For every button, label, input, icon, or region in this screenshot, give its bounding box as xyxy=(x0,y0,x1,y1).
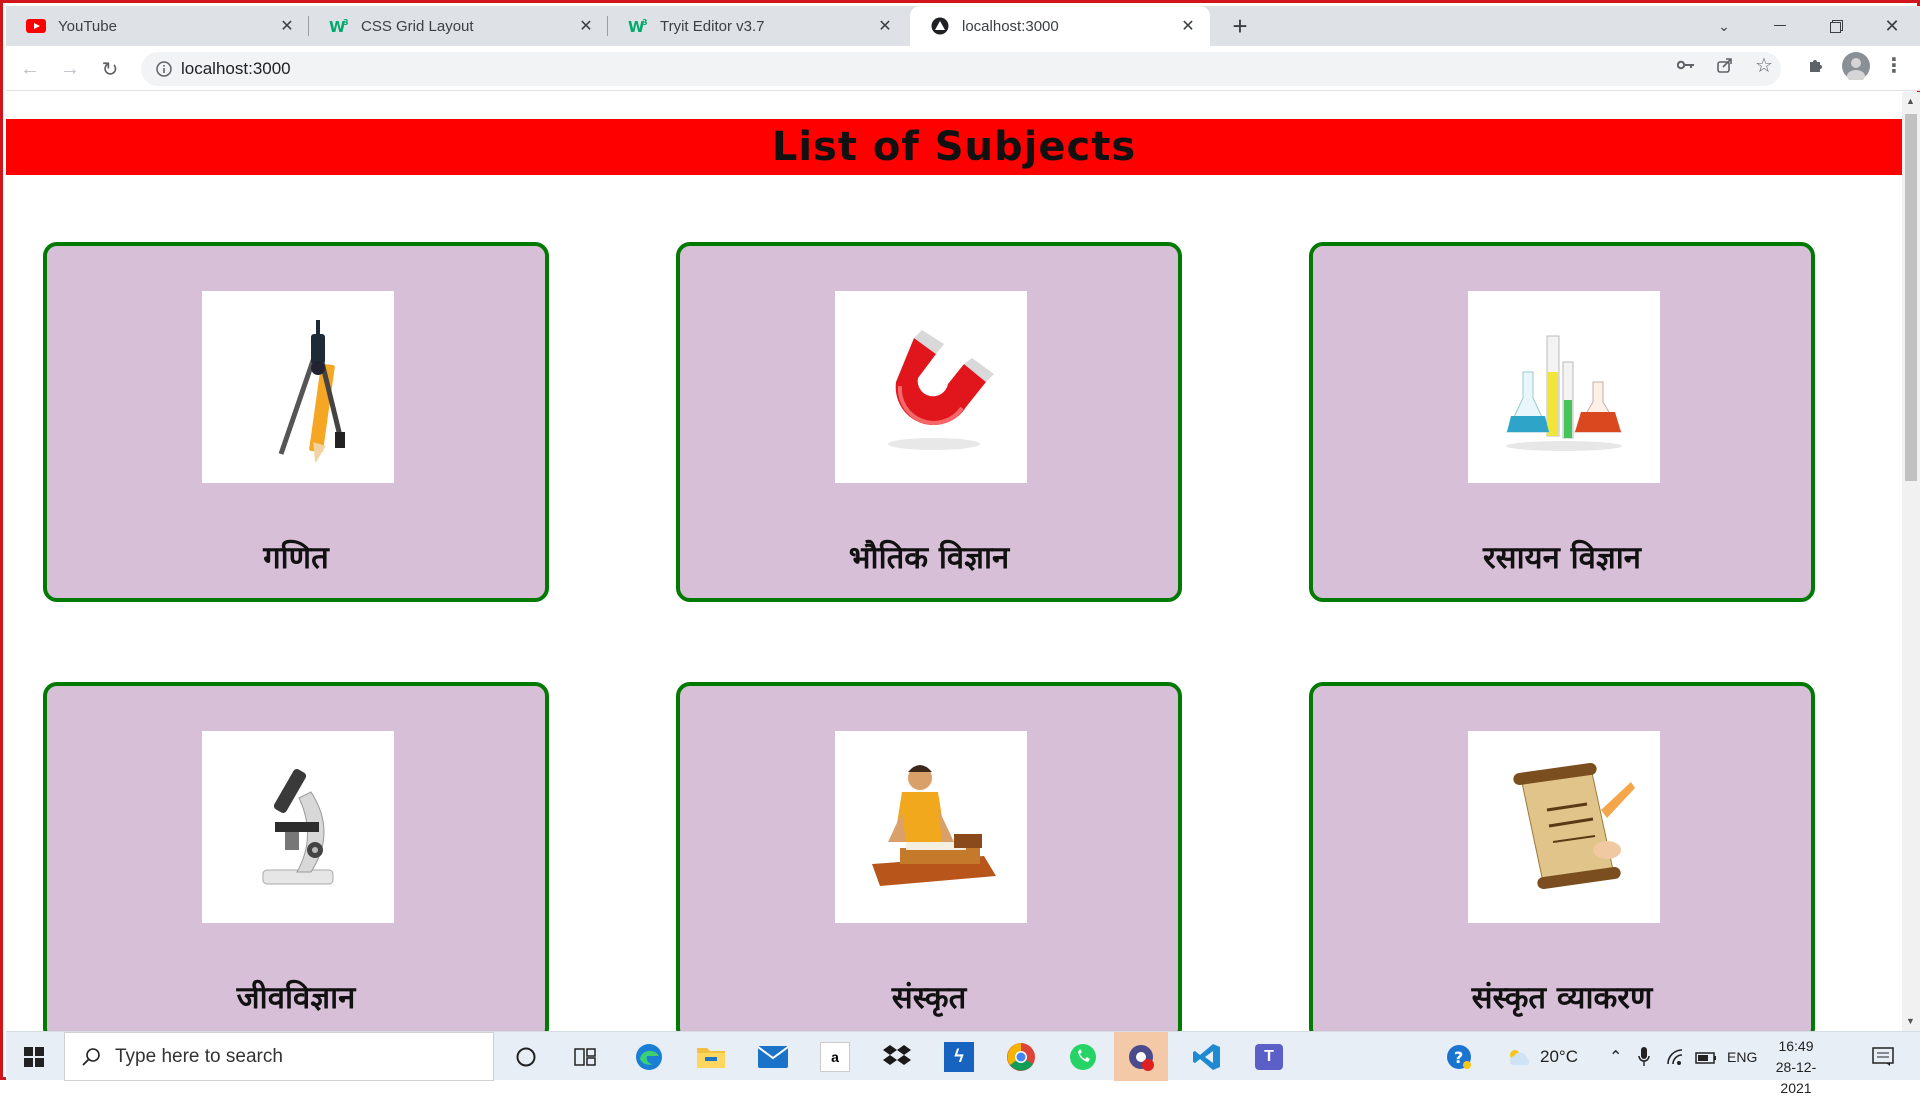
task-view-icon[interactable] xyxy=(562,1032,608,1081)
file-explorer-icon[interactable] xyxy=(686,1032,736,1081)
close-tab-icon[interactable]: ✕ xyxy=(576,16,596,36)
battery-icon[interactable] xyxy=(1695,1032,1717,1081)
teams-icon[interactable]: T xyxy=(1244,1032,1294,1081)
notification-center-icon[interactable] xyxy=(1872,1032,1894,1081)
w3schools-icon: W3 xyxy=(329,16,349,36)
tab-search-chevron-icon[interactable]: ⌄ xyxy=(1696,6,1752,46)
help-icon[interactable]: ? xyxy=(1446,1032,1472,1081)
url-text: localhost:3000 xyxy=(181,59,291,78)
page-title: List of Subjects xyxy=(771,124,1137,170)
svg-text:3: 3 xyxy=(642,18,648,27)
youtube-icon xyxy=(26,16,46,36)
key-icon[interactable] xyxy=(1676,55,1696,75)
new-tab-button[interactable]: + xyxy=(1224,10,1256,42)
tab-css-grid-layout[interactable]: W3 CSS Grid Layout ✕ xyxy=(309,6,608,46)
sanskrit-scholar-icon xyxy=(835,731,1027,923)
clock-date: 28-12-2021 xyxy=(1775,1059,1817,1096)
tab-title: localhost:3000 xyxy=(962,17,1059,35)
extensions-puzzle-icon[interactable] xyxy=(1806,55,1826,75)
scroll-down-arrow-icon[interactable]: ▼ xyxy=(1906,1016,1915,1026)
address-bar[interactable]: localhost:3000 xyxy=(141,52,1781,86)
vscode-icon[interactable] xyxy=(1182,1032,1232,1081)
tab-title: YouTube xyxy=(58,17,117,35)
compass-pencil-icon xyxy=(202,291,394,483)
search-placeholder: Type here to search xyxy=(115,1045,283,1067)
microphone-icon[interactable] xyxy=(1638,1032,1650,1081)
subject-card-sanskrit[interactable]: संस्कृत xyxy=(676,682,1182,1031)
page-viewport: List of Subjects गणित भौतिक विज्ञान रसाय… xyxy=(6,92,1902,1031)
subject-name: संस्कृत व्याकरण xyxy=(1471,980,1653,1016)
language-indicator[interactable]: ENG xyxy=(1727,1032,1757,1081)
profile-avatar[interactable] xyxy=(1842,52,1870,80)
windows-taskbar: Type here to search a ϟ T ? 20°C ⌃ ENG 1… xyxy=(6,1031,1920,1096)
tab-youtube[interactable]: YouTube ✕ xyxy=(6,6,309,46)
react-icon xyxy=(930,16,950,36)
taskbar-search-box[interactable]: Type here to search xyxy=(64,1032,494,1081)
subject-card-sanskrit-vyakaran[interactable]: संस्कृत व्याकरण xyxy=(1309,682,1815,1031)
weather-cloud-icon xyxy=(1506,1048,1532,1066)
svg-text:3: 3 xyxy=(343,18,349,27)
tab-title: CSS Grid Layout xyxy=(361,17,474,35)
subject-name: भौतिक विज्ञान xyxy=(848,540,1010,576)
tab-strip: YouTube ✕ W3 CSS Grid Layout ✕ W3 Tryit … xyxy=(6,6,1920,46)
close-window-button[interactable]: ✕ xyxy=(1864,6,1920,46)
chrome-app-notification-icon[interactable] xyxy=(1114,1032,1168,1081)
search-icon xyxy=(81,1047,101,1067)
minimize-button[interactable] xyxy=(1752,6,1808,46)
sanskrit-scroll-icon xyxy=(1468,731,1660,923)
subject-name: जीवविज्ञान xyxy=(236,980,356,1016)
close-tab-icon[interactable]: ✕ xyxy=(875,16,895,36)
show-hidden-icons-chevron[interactable]: ⌃ xyxy=(1609,1032,1622,1081)
cortana-icon[interactable] xyxy=(503,1032,549,1081)
subject-name: गणित xyxy=(263,540,329,576)
restore-button[interactable] xyxy=(1808,6,1864,46)
microscope-icon xyxy=(202,731,394,923)
subject-card-rasayan-vigyan[interactable]: रसायन विज्ञान xyxy=(1309,242,1815,602)
tab-title: Tryit Editor v3.7 xyxy=(660,17,765,35)
subject-card-ganit[interactable]: गणित xyxy=(43,242,549,602)
subject-name: संस्कृत xyxy=(891,980,967,1016)
subject-card-bhautik-vigyan[interactable]: भौतिक विज्ञान xyxy=(676,242,1182,602)
whatsapp-icon[interactable] xyxy=(1058,1032,1108,1081)
wifi-icon[interactable] xyxy=(1666,1032,1686,1081)
info-icon[interactable] xyxy=(147,61,181,77)
chrome-icon[interactable] xyxy=(996,1032,1046,1081)
weather-widget[interactable]: 20°C xyxy=(1506,1032,1578,1081)
close-tab-icon[interactable]: ✕ xyxy=(1178,16,1198,36)
scrollbar-thumb[interactable] xyxy=(1905,114,1917,481)
w3schools-icon: W3 xyxy=(628,16,648,36)
amazon-icon[interactable]: a xyxy=(810,1032,860,1081)
title-banner: List of Subjects xyxy=(6,119,1902,175)
clock-time: 16:49 xyxy=(1778,1038,1814,1054)
subject-name: रसायन विज्ञान xyxy=(1482,540,1641,576)
tab-tryit-editor[interactable]: W3 Tryit Editor v3.7 ✕ xyxy=(608,6,907,46)
reload-icon[interactable]: ↻ xyxy=(94,53,126,85)
lab-flasks-icon xyxy=(1468,291,1660,483)
bookmark-star-icon[interactable]: ☆ xyxy=(1754,55,1774,77)
back-arrow-icon[interactable]: ← xyxy=(14,53,46,85)
magnet-icon xyxy=(835,291,1027,483)
weather-temperature: 20°C xyxy=(1540,1046,1578,1066)
power-automate-icon[interactable]: ϟ xyxy=(934,1032,984,1081)
svg-text:?: ? xyxy=(1454,1048,1463,1067)
forward-arrow-icon[interactable]: → xyxy=(54,53,86,85)
edge-browser-icon[interactable] xyxy=(624,1032,674,1081)
share-icon[interactable] xyxy=(1715,55,1735,75)
tab-localhost[interactable]: localhost:3000 ✕ xyxy=(910,6,1210,46)
taskbar-clock[interactable]: 16:49 28-12-2021 xyxy=(1761,1036,1831,1099)
subject-card-jeevvigyan[interactable]: जीवविज्ञान xyxy=(43,682,549,1031)
menu-kebab-icon[interactable]: ⋮ xyxy=(1884,55,1904,77)
mail-icon[interactable] xyxy=(748,1032,798,1081)
screen-frame: YouTube ✕ W3 CSS Grid Layout ✕ W3 Tryit … xyxy=(0,0,1920,1096)
scroll-up-arrow-icon[interactable]: ▲ xyxy=(1906,96,1915,106)
vertical-scrollbar[interactable]: ▲ ▼ xyxy=(1902,92,1920,1031)
browser-toolbar: ← → ↻ localhost:3000 ☆ ⋮ xyxy=(6,46,1920,91)
close-tab-icon[interactable]: ✕ xyxy=(277,16,297,36)
dropbox-icon[interactable] xyxy=(872,1032,922,1081)
windows-start-icon[interactable] xyxy=(6,1032,62,1081)
